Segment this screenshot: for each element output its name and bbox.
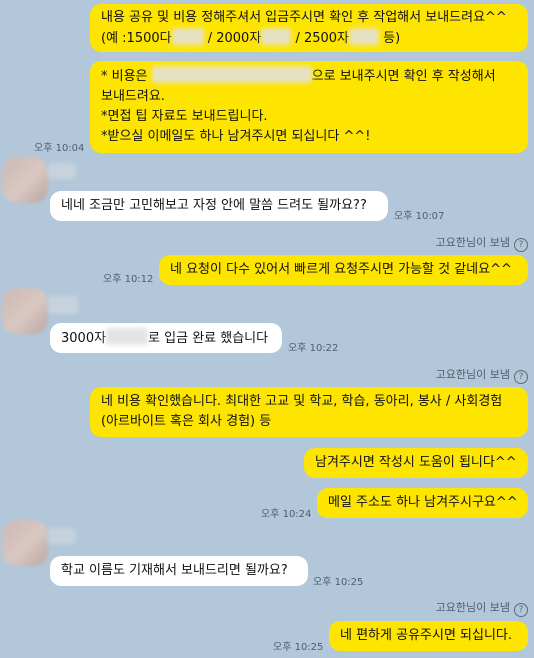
avatar[interactable] <box>2 288 48 334</box>
message-text: 3000자 로 입금 완료 했습니다 <box>61 328 271 349</box>
message-text: 학교 이름도 기재해서 보내드리면 될까요? <box>61 563 288 578</box>
my-message-bubble[interactable]: 메일 주소도 하나 남겨주시구요^^ <box>317 488 528 518</box>
my-message-bubble[interactable]: 내용 공유 및 비용 정해주셔서 입금주시면 확인 후 작업해서 보내드려요^^… <box>90 4 528 52</box>
my-message-bubble[interactable]: 네 비용 확인했습니다. 최대한 고교 및 학교, 학습, 동아리, 봉사 / … <box>90 387 528 437</box>
message-text: (예 :1500다 / 2000자 / 2500자 등) <box>101 28 517 49</box>
help-icon[interactable]: ? <box>514 370 528 384</box>
help-icon[interactable]: ? <box>514 238 528 252</box>
message-time: 오후 10:07 <box>394 211 445 222</box>
avatar-blur <box>48 528 76 544</box>
other-message-bubble[interactable]: 네네 조금만 고민해보고 자정 안에 말씀 드려도 될까요?? <box>50 191 388 221</box>
message-text: 보내드려요. <box>101 89 165 104</box>
message-text: *면접 팁 자료도 보내드립니다. <box>101 109 268 124</box>
message-time: 오후 10:12 <box>103 274 154 285</box>
message-time: 오후 10:25 <box>273 642 324 653</box>
message-text: 네네 조금만 고민해보고 자정 안에 말씀 드려도 될까요?? <box>61 198 367 213</box>
my-message-bubble[interactable]: 네 편하게 공유주시면 되십니다. <box>329 621 528 651</box>
message-time: 오후 10:04 <box>34 143 85 154</box>
other-message-bubble[interactable]: 학교 이름도 기재해서 보내드리면 될까요? <box>50 556 308 586</box>
redacted-amount <box>171 28 204 45</box>
help-icon[interactable]: ? <box>514 603 528 617</box>
redacted-amount <box>261 28 292 45</box>
avatar-blur <box>48 163 76 179</box>
redacted-account <box>151 66 312 83</box>
other-message-bubble[interactable]: 3000자 로 입금 완료 했습니다 <box>50 323 282 353</box>
message-time: 오후 10:24 <box>261 509 312 520</box>
redacted-amount <box>349 28 379 45</box>
avatar[interactable] <box>2 520 48 566</box>
sent-via-label: 고요한님이 보냄? <box>436 366 528 384</box>
sent-via-label: 고요한님이 보냄? <box>436 234 528 252</box>
my-message-bubble[interactable]: 네 요청이 다수 있어서 빠르게 요청주시면 가능할 것 같네요^^ <box>159 255 528 285</box>
message-text: 네 요청이 다수 있어서 빠르게 요청주시면 가능할 것 같네요^^ <box>170 262 512 277</box>
message-text: 내용 공유 및 비용 정해주셔서 입금주시면 확인 후 작업해서 보내드려요^^ <box>101 10 507 25</box>
message-text: 네 편하게 공유주시면 되십니다. <box>340 628 513 643</box>
message-text: 남겨주시면 작성시 도움이 됩니다^^ <box>315 455 517 470</box>
redacted-name <box>106 328 149 345</box>
avatar[interactable] <box>2 157 48 203</box>
my-message-bubble[interactable]: * 비용은 으로 보내주시면 확인 후 작성해서 보내드려요. *면접 팁 자료… <box>90 61 528 153</box>
message-text: (아르바이트 혹은 회사 경험) 등 <box>101 414 272 429</box>
message-time: 오후 10:22 <box>288 343 339 354</box>
avatar-blur <box>48 296 78 314</box>
message-time: 오후 10:25 <box>313 577 364 588</box>
message-text: 메일 주소도 하나 남겨주시구요^^ <box>328 495 518 510</box>
sent-via-label: 고요한님이 보냄? <box>436 599 528 617</box>
message-text: *받으실 이메일도 하나 남겨주시면 되십니다 ^^! <box>101 129 371 144</box>
message-text: * 비용은 으로 보내주시면 확인 후 작성해서 <box>101 66 517 87</box>
my-message-bubble[interactable]: 남겨주시면 작성시 도움이 됩니다^^ <box>304 448 528 478</box>
message-text: 네 비용 확인했습니다. 최대한 고교 및 학교, 학습, 동아리, 봉사 / … <box>101 394 503 409</box>
